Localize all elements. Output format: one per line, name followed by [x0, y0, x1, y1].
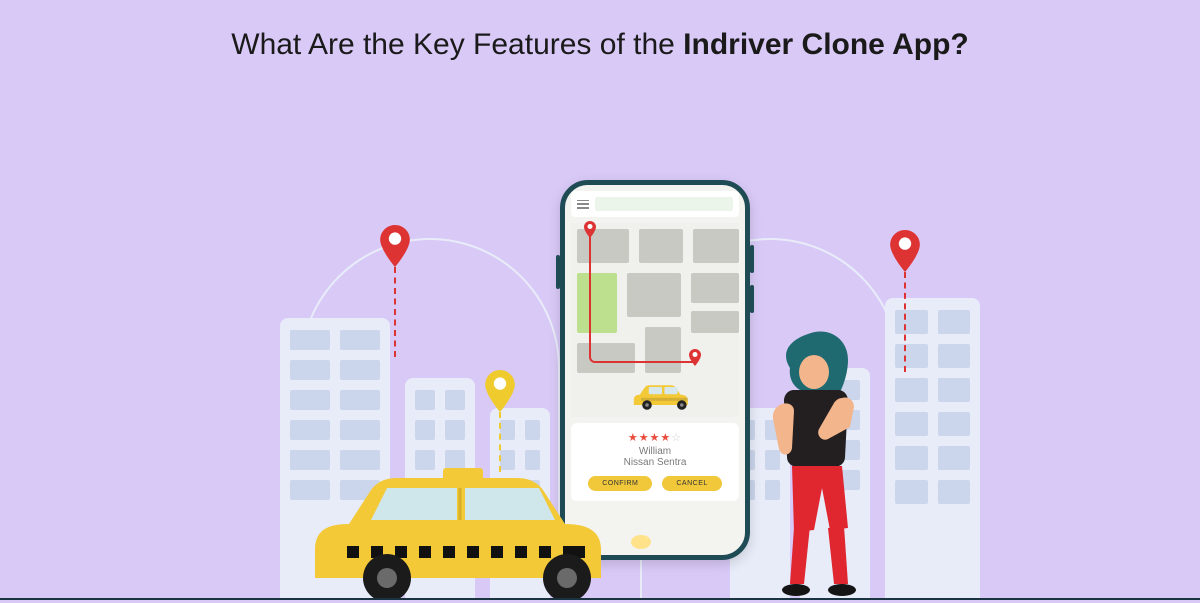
title-bold: Indriver Clone App? — [683, 28, 969, 61]
map-pin-icon — [890, 230, 920, 272]
menu-icon[interactable] — [577, 200, 589, 209]
map-pin-icon — [485, 370, 515, 412]
search-input[interactable] — [595, 197, 733, 211]
taxi-illustration — [295, 468, 675, 598]
map-pin-icon — [380, 225, 410, 267]
building — [885, 298, 980, 598]
woman-illustration — [750, 328, 880, 598]
phone-map[interactable] — [571, 223, 739, 417]
driver-name: William — [577, 446, 733, 457]
route-start-pin-icon — [584, 221, 596, 238]
illustration-scene: ★★★★☆ William Nissan Sentra CONFIRM CANC… — [0, 170, 1200, 600]
page-title: What Are the Key Features of the Indrive… — [0, 0, 1200, 62]
route-end-pin-icon — [689, 349, 701, 366]
ride-car-icon — [629, 381, 701, 411]
phone-topbar — [571, 191, 739, 217]
driver-car: Nissan Sentra — [577, 457, 733, 468]
rating-stars: ★★★★☆ — [577, 431, 733, 444]
title-prefix: What Are the Key Features of the — [231, 28, 683, 61]
